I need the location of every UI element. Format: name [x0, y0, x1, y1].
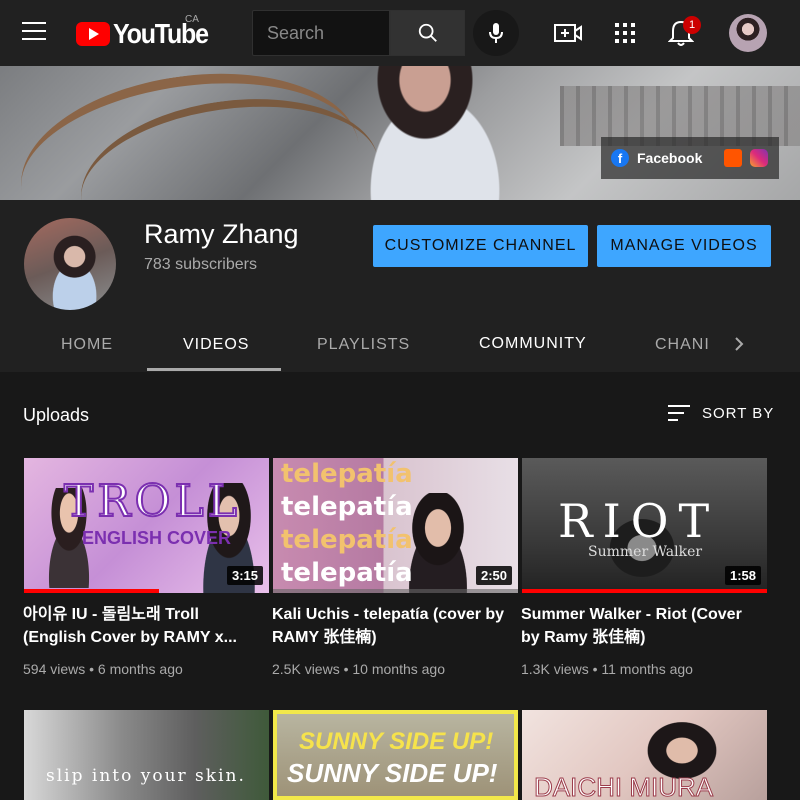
thumbnail-text: DAICHI MIURA	[533, 772, 714, 800]
chevron-right-icon[interactable]	[733, 337, 745, 351]
video-duration: 3:15	[226, 566, 263, 585]
tab-videos[interactable]: VIDEOS	[183, 336, 249, 354]
video-thumbnail[interactable]: DAICHI MIURA	[522, 710, 767, 800]
tab-community[interactable]: COMMUNITY	[479, 335, 587, 353]
video-meta: 594 views • 6 months ago	[23, 661, 183, 677]
thumbnail-text: telepatía telepatía telepatía telepatía	[281, 459, 413, 588]
facebook-icon[interactable]: f	[611, 149, 629, 167]
microphone-icon	[489, 23, 503, 43]
video-thumbnail[interactable]: RIOT Summer Walker 1:58	[522, 458, 767, 593]
search-icon	[418, 23, 437, 42]
country-code: CA	[185, 14, 199, 25]
channel-banner	[0, 66, 800, 200]
video-meta: 1.3K views • 11 months ago	[521, 661, 693, 677]
soundcloud-icon[interactable]	[724, 149, 743, 167]
youtube-play-icon	[76, 22, 110, 46]
search-button[interactable]	[390, 10, 465, 56]
banner-photo-subject	[335, 66, 535, 200]
customize-channel-button[interactable]: CUSTOMIZE CHANNEL	[373, 225, 588, 267]
video-thumbnail[interactable]: SUNNY SIDE UP! SUNNY SIDE UP!	[273, 710, 518, 800]
active-tab-indicator	[147, 368, 281, 371]
thumbnail-text: SUNNY SIDE UP!	[299, 728, 494, 755]
account-avatar[interactable]	[729, 14, 767, 52]
manage-videos-button[interactable]: MANAGE VIDEOS	[597, 225, 771, 267]
watch-progress-bar	[273, 589, 518, 593]
apps-grid-icon[interactable]	[613, 21, 637, 45]
video-title[interactable]: Kali Uchis - telepatía (cover by RAMY 张佳…	[272, 603, 512, 649]
search-box	[252, 10, 390, 56]
watch-progress-bar	[24, 589, 159, 593]
social-links: f Facebook	[601, 137, 779, 179]
thumbnail-subtext: ENGLISH COVER	[82, 528, 232, 548]
notification-badge: 1	[683, 16, 701, 34]
video-title[interactable]: Summer Walker - Riot (Cover by Ramy 张佳楠)	[521, 603, 761, 649]
thumbnail-text: RIOT	[558, 494, 720, 548]
thumbnail-text: TROLL	[63, 475, 241, 528]
instagram-icon[interactable]	[750, 149, 769, 167]
tab-home[interactable]: HOME	[61, 336, 113, 354]
video-thumbnail[interactable]: slip into your skin.	[24, 710, 269, 800]
thumbnail-text: slip into your skin.	[46, 766, 246, 786]
video-duration: 2:50	[475, 566, 512, 585]
hamburger-menu-icon[interactable]	[22, 22, 46, 42]
search-input[interactable]	[253, 11, 389, 55]
video-thumbnail[interactable]: telepatía telepatía telepatía telepatía 2:5…	[273, 458, 518, 593]
create-video-icon[interactable]	[554, 21, 582, 45]
facebook-link[interactable]: Facebook	[637, 150, 702, 166]
video-duration: 1:58	[724, 566, 761, 585]
subscriber-count: 783 subscribers	[144, 256, 257, 273]
video-title[interactable]: 아이유 IU - 돌림노래 Troll (English Cover by RA…	[23, 603, 263, 649]
uploads-heading: Uploads	[23, 405, 90, 425]
video-meta: 2.5K views • 10 months ago	[272, 661, 445, 677]
thumbnail-subtext: Summer Walker	[588, 544, 703, 560]
channel-name: Ramy Zhang	[144, 219, 299, 249]
thumbnail-text: SUNNY SIDE UP!	[287, 758, 498, 788]
tab-channels[interactable]: CHANI	[655, 336, 710, 354]
tab-playlists[interactable]: PLAYLISTS	[317, 336, 410, 354]
voice-search-button[interactable]	[473, 10, 519, 56]
watch-progress-bar	[522, 589, 767, 593]
sort-icon[interactable]	[668, 404, 690, 422]
channel-avatar	[24, 218, 116, 310]
sort-by-button[interactable]: SORT BY	[702, 405, 774, 422]
video-thumbnail[interactable]: TROLL ENGLISH COVER 3:15	[24, 458, 269, 593]
